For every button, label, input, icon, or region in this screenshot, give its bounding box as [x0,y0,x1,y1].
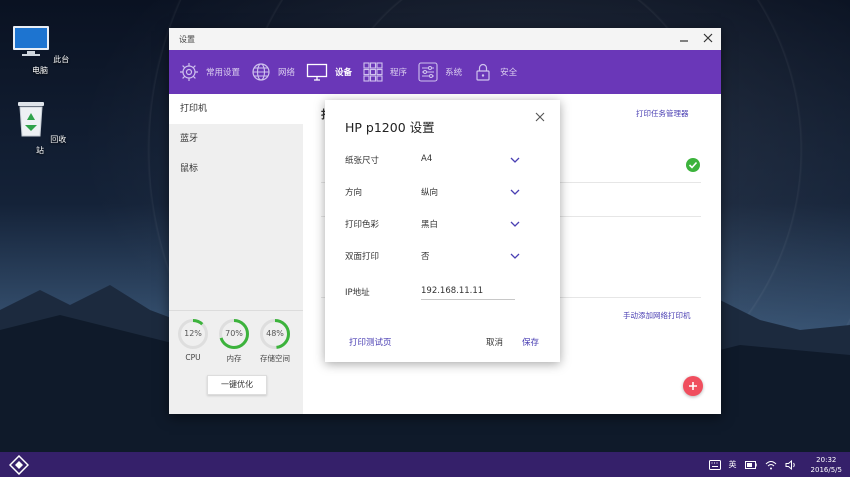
dialog-close-button[interactable] [533,112,547,126]
save-button[interactable]: 保存 [522,336,539,348]
nav-tab-security[interactable]: 安全 [471,50,526,94]
gauge-label: 存储空间 [260,354,290,363]
desktop-icon-recycle-bin[interactable]: 回收站 [10,98,70,156]
close-icon [535,112,545,122]
printer-connected-check-icon [686,158,700,172]
gauge-label: CPU [185,353,201,362]
nav-tab-label: 网络 [278,68,296,78]
nav-tab-label: 安全 [500,68,518,78]
chevron-down-icon[interactable] [509,154,521,166]
gauge-label: 内存 [226,354,242,363]
system-tray: 英 20:32 2016/5/5 [708,452,842,477]
desktop-icon-label: 回收站 [36,135,67,155]
gauge-memory: 70% 内存 [218,318,250,364]
clock-date: 2016/5/5 [810,465,842,474]
duplex-label: 双面打印 [345,252,380,262]
add-printer-fab[interactable] [683,376,703,396]
ip-address-input[interactable] [421,283,515,300]
settings-navbar: 常用设置 网络 设备 程序 系统 安全 [169,50,721,94]
plus-icon [689,382,697,390]
desktop-icon-this-pc[interactable]: 此台电脑 [10,24,70,76]
sidebar-item-mouse[interactable]: 鼠标 [169,154,303,184]
nav-tab-network[interactable]: 网络 [249,50,304,94]
taskbar-clock[interactable]: 20:32 2016/5/5 [811,455,842,475]
orientation-label: 方向 [345,188,363,198]
gauge-value: 48% [266,329,284,338]
window-title: 设置 [179,34,195,44]
clock-time: 20:32 [816,455,837,464]
nav-tab-general[interactable]: 常用设置 [177,50,249,94]
taskbar: 英 20:32 2016/5/5 [0,452,850,477]
ip-address-label: IP地址 [345,288,370,298]
close-button[interactable] [701,31,715,45]
recycle-bin-icon [17,102,44,137]
minimize-button[interactable] [677,31,691,45]
sidebar-item-printer[interactable]: 打印机 [169,94,303,124]
nav-tab-devices[interactable]: 设备 [304,50,361,94]
nav-tab-label: 程序 [390,68,408,78]
gauge-value: 12% [184,329,202,338]
grid-icon [363,62,383,82]
gauge-storage: 48% 存储空间 [259,318,291,364]
start-menu-icon[interactable] [9,455,29,475]
lock-icon [476,63,490,81]
monitor-icon [12,26,49,56]
duplex-select[interactable]: 否 [421,250,430,262]
window-titlebar[interactable]: 设置 [169,28,721,50]
print-queue-manager-link[interactable]: 打印任务管理器 [636,108,689,119]
nav-tab-label: 设备 [335,68,353,78]
paper-size-select[interactable]: A4 [421,154,432,164]
orientation-select[interactable]: 纵向 [421,186,438,198]
keyboard-icon[interactable] [708,459,721,470]
add-network-printer-link[interactable]: 手动添加网络打印机 [623,310,691,321]
nav-tab-label: 系统 [445,68,463,78]
nav-tab-programs[interactable]: 程序 [361,50,416,94]
gauge-cpu: 12% CPU [177,318,209,364]
battery-icon[interactable] [744,460,757,470]
minimize-icon [680,40,688,42]
dialog-title: HP p1200 设置 [345,120,435,135]
monitor-icon [306,63,328,81]
cancel-button[interactable]: 取消 [486,336,503,348]
nav-tab-label: 常用设置 [206,68,241,78]
ime-indicator[interactable]: 英 [729,459,737,470]
globe-icon [252,63,270,81]
print-color-label: 打印色彩 [345,220,380,230]
volume-icon[interactable] [785,459,797,470]
gauge-value: 70% [225,329,243,338]
sidebar-item-bluetooth[interactable]: 蓝牙 [169,124,303,154]
chevron-down-icon[interactable] [509,250,521,262]
chevron-down-icon[interactable] [509,186,521,198]
print-test-page-button[interactable]: 打印测试页 [349,336,392,348]
sidebar-divider [169,310,303,311]
paper-size-label: 纸张尺寸 [345,156,380,166]
nav-tab-system[interactable]: 系统 [416,50,471,94]
gear-icon [180,63,198,81]
sliders-icon [418,62,438,82]
printer-settings-dialog: HP p1200 设置 纸张尺寸 A4 方向 纵向 打印色彩 黑白 双面打印 否… [325,100,560,362]
chevron-down-icon[interactable] [509,218,521,230]
one-click-optimize-button[interactable]: 一键优化 [207,375,267,395]
settings-sidebar: 打印机 蓝牙 鼠标 12% CPU 70% 内存 48% 存储空间 一键优化 [169,94,303,414]
desktop-icon-label: 此台电脑 [32,55,70,75]
wifi-icon[interactable] [765,460,777,470]
close-icon [703,33,713,43]
resource-gauges: 12% CPU 70% 内存 48% 存储空间 [177,318,291,364]
print-color-select[interactable]: 黑白 [421,218,438,230]
